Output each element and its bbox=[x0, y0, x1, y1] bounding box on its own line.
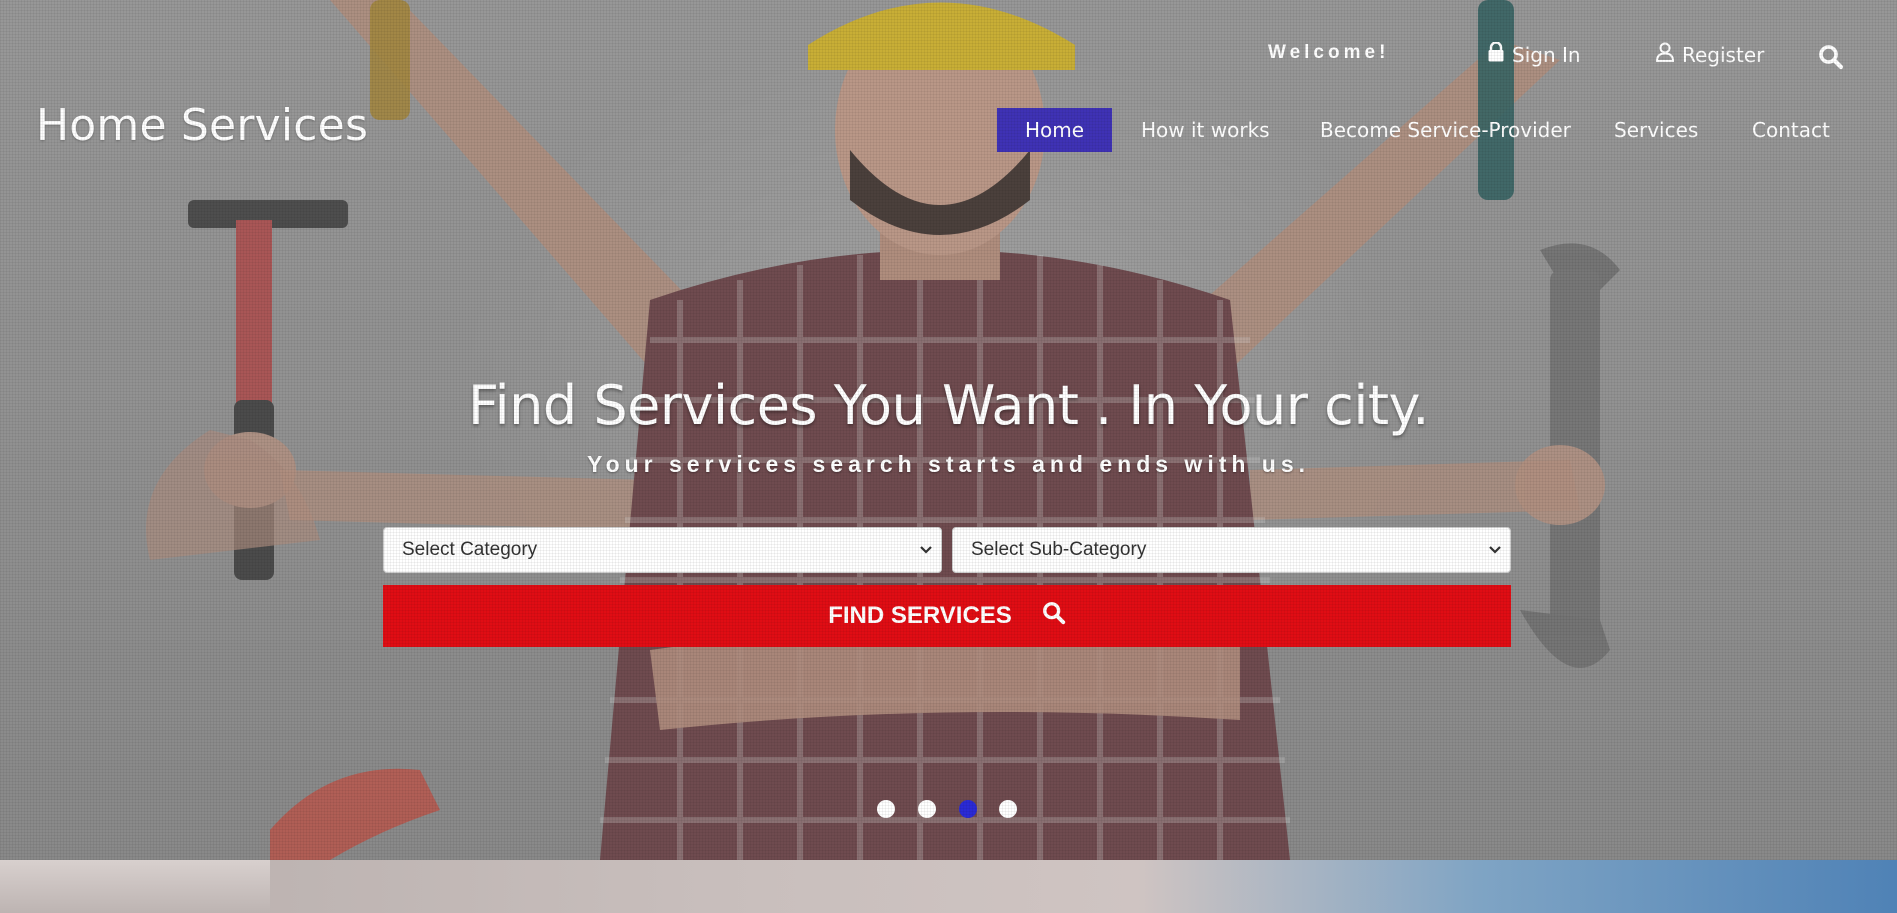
nav-item-how-it-works[interactable]: How it works bbox=[1141, 108, 1270, 152]
register-label: Register bbox=[1682, 42, 1765, 67]
category-select-value: Select Category bbox=[402, 539, 538, 560]
user-icon bbox=[1655, 42, 1675, 67]
chevron-down-icon bbox=[1488, 528, 1502, 589]
top-bar: Welcome! Sign In Register bbox=[0, 41, 1897, 74]
nav-item-contact[interactable]: Contact bbox=[1752, 108, 1830, 152]
search-icon bbox=[1042, 601, 1066, 632]
carousel-dot-2[interactable] bbox=[918, 800, 936, 818]
register-link[interactable]: Register bbox=[1655, 42, 1765, 67]
hero-subheadline: Your services search starts and ends wit… bbox=[586, 451, 1311, 477]
subcategory-select-value: Select Sub-Category bbox=[971, 539, 1147, 560]
lock-icon bbox=[1488, 41, 1504, 67]
hero-banner: Home Services Welcome! Sign In Register bbox=[0, 0, 1897, 860]
nav-item-become-service-provider[interactable]: Become Service-Provider bbox=[1320, 108, 1571, 152]
nav-item-services[interactable]: Services bbox=[1614, 108, 1698, 152]
subcategory-select[interactable]: Select Sub-Category bbox=[952, 527, 1511, 573]
welcome-text: Welcome! bbox=[1268, 42, 1390, 63]
find-services-label: FIND SERVICES bbox=[828, 602, 1012, 629]
chevron-down-icon bbox=[919, 528, 933, 589]
carousel-dot-1[interactable] bbox=[877, 800, 895, 818]
next-section-image bbox=[0, 860, 1897, 913]
nav-item-home[interactable]: Home bbox=[997, 108, 1113, 152]
main-nav: Home How it works Become Service-Provide… bbox=[0, 108, 1897, 154]
hero-headline: Find Services You Want . In Your city. bbox=[468, 374, 1429, 437]
sign-in-label: Sign In bbox=[1512, 42, 1581, 67]
find-services-button[interactable]: FIND SERVICES bbox=[383, 585, 1511, 647]
search-icon[interactable] bbox=[1818, 44, 1844, 74]
carousel-dot-4[interactable] bbox=[999, 800, 1017, 818]
carousel-indicators bbox=[0, 800, 1897, 820]
carousel-dot-3[interactable] bbox=[959, 800, 977, 818]
sign-in-link[interactable]: Sign In bbox=[1488, 41, 1581, 67]
category-select[interactable]: Select Category bbox=[383, 527, 942, 573]
